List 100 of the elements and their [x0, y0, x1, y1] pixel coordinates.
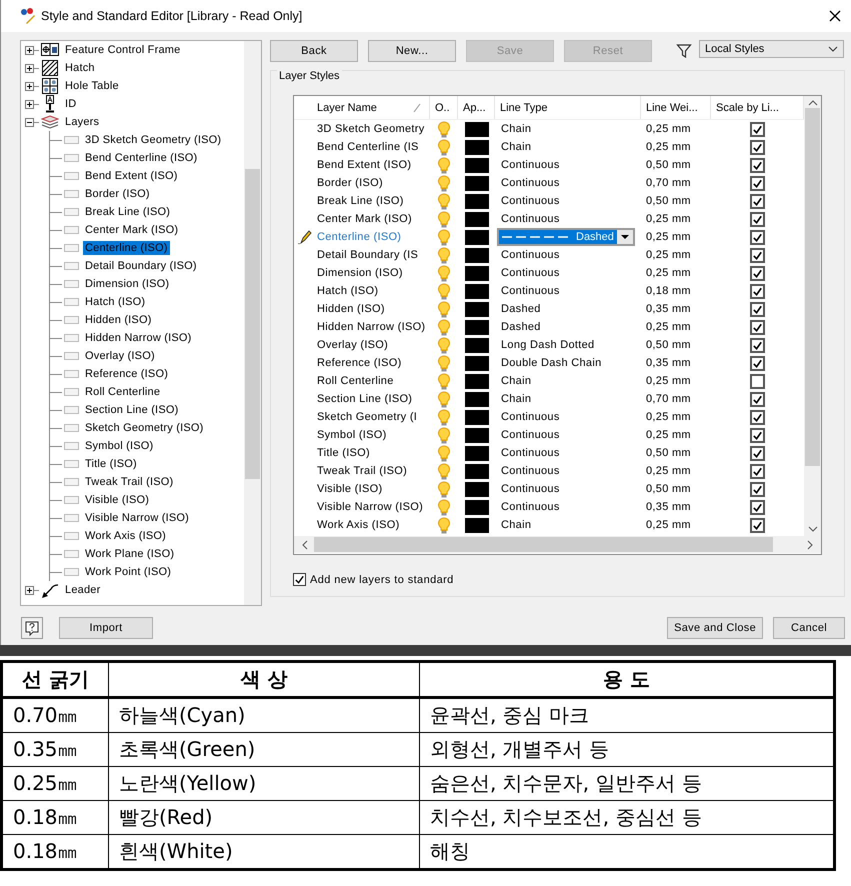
checkbox[interactable] — [750, 338, 765, 352]
checkbox[interactable] — [750, 302, 765, 316]
column-header[interactable]: Line Wei... — [641, 96, 711, 119]
import-button[interactable]: Import — [59, 617, 153, 639]
layer-name[interactable]: Work Axis (ISO) — [312, 519, 430, 531]
collapse-icon[interactable] — [25, 118, 34, 126]
layer-name[interactable]: Center Mark (ISO) — [312, 213, 430, 225]
layer-name[interactable]: Break Line (ISO) — [312, 195, 430, 207]
checkbox[interactable] — [750, 140, 765, 154]
color-swatch[interactable] — [464, 500, 488, 514]
layer-name[interactable]: Section Line (ISO) — [312, 393, 430, 405]
tree-item[interactable]: 3D Sketch Geometry (ISO) — [83, 133, 224, 147]
column-header[interactable]: Ap... — [458, 96, 495, 119]
layer-name[interactable]: Hidden Narrow (ISO) — [312, 321, 430, 333]
column-header[interactable]: Layer Name — [312, 96, 430, 119]
checkbox[interactable] — [750, 482, 765, 496]
color-swatch[interactable] — [464, 122, 488, 136]
tree-item[interactable]: Tweak Trail (ISO) — [83, 475, 176, 489]
checkbox[interactable] — [750, 500, 765, 514]
light-bulb-icon[interactable] — [437, 138, 451, 156]
layer-name[interactable]: Tweak Trail (ISO) — [312, 465, 430, 477]
help-icon[interactable] — [21, 617, 43, 639]
close-icon[interactable] — [829, 10, 841, 22]
color-swatch[interactable] — [464, 464, 488, 478]
light-bulb-icon[interactable] — [437, 516, 451, 534]
tree-item[interactable]: Section Line (ISO) — [83, 403, 180, 417]
tree-item[interactable]: Hidden Narrow (ISO) — [83, 331, 194, 345]
layer-name[interactable]: Symbol (ISO) — [312, 429, 430, 441]
checkbox[interactable] — [750, 284, 765, 298]
tree-item[interactable]: Symbol (ISO) — [83, 439, 156, 453]
layer-name[interactable]: Visible Narrow (ISO) — [312, 501, 430, 513]
dialog-button[interactable]: Save and Close — [667, 617, 763, 639]
light-bulb-icon[interactable] — [437, 318, 451, 336]
tree-item[interactable]: Detail Boundary (ISO) — [83, 259, 199, 273]
tree-item[interactable]: Hatch (ISO) — [83, 295, 148, 309]
light-bulb-icon[interactable] — [437, 336, 451, 354]
filter-icon[interactable] — [676, 43, 692, 59]
light-bulb-icon[interactable] — [437, 282, 451, 300]
tree-item[interactable]: Bend Centerline (ISO) — [83, 151, 200, 165]
layer-name[interactable]: Dimension (ISO) — [312, 267, 430, 279]
light-bulb-icon[interactable] — [437, 300, 451, 318]
color-swatch[interactable] — [464, 338, 488, 352]
tree-item[interactable]: Hatch — [63, 61, 97, 75]
layer-name[interactable]: Hatch (ISO) — [312, 285, 430, 297]
tree-scrollbar[interactable] — [244, 41, 261, 605]
color-swatch[interactable] — [464, 230, 488, 244]
light-bulb-icon[interactable] — [437, 408, 451, 426]
checkbox[interactable] — [750, 410, 765, 424]
checkbox[interactable] — [750, 464, 765, 478]
light-bulb-icon[interactable] — [437, 372, 451, 390]
layer-name[interactable]: Roll Centerline — [312, 375, 430, 387]
checkbox[interactable] — [750, 266, 765, 280]
checkbox[interactable] — [750, 392, 765, 406]
tree-item[interactable]: Hidden (ISO) — [83, 313, 154, 327]
tree-item[interactable]: Border (ISO) — [83, 187, 152, 201]
checkbox[interactable] — [293, 573, 306, 586]
checkbox[interactable] — [750, 446, 765, 460]
layer-name[interactable]: Bend Extent (ISO) — [312, 159, 430, 171]
color-swatch[interactable] — [464, 446, 488, 460]
tree-item[interactable]: Center Mark (ISO) — [83, 223, 180, 237]
color-swatch[interactable] — [464, 518, 488, 532]
light-bulb-icon[interactable] — [437, 426, 451, 444]
color-swatch[interactable] — [464, 194, 488, 208]
tree-item[interactable]: Leader — [63, 583, 102, 597]
color-swatch[interactable] — [464, 320, 488, 334]
color-swatch[interactable] — [464, 374, 488, 388]
expand-icon[interactable] — [25, 586, 34, 594]
color-swatch[interactable] — [464, 482, 488, 496]
checkbox[interactable] — [750, 428, 765, 442]
layer-name[interactable]: Visible (ISO) — [312, 483, 430, 495]
light-bulb-icon[interactable] — [437, 192, 451, 210]
tree-item[interactable]: Overlay (ISO) — [83, 349, 157, 363]
light-bulb-icon[interactable] — [437, 210, 451, 228]
color-swatch[interactable] — [464, 266, 488, 280]
checkbox[interactable] — [750, 212, 765, 226]
checkbox[interactable] — [750, 176, 765, 190]
layer-name[interactable]: Detail Boundary (IS — [312, 249, 430, 261]
column-header[interactable]: Line Type — [495, 96, 641, 119]
checkbox[interactable] — [750, 518, 765, 532]
color-swatch[interactable] — [464, 392, 488, 406]
checkbox[interactable] — [750, 122, 765, 136]
expand-icon[interactable] — [25, 64, 34, 72]
tree-item[interactable]: Bend Extent (ISO) — [83, 169, 180, 183]
grid-scrollbar[interactable] — [804, 96, 821, 536]
light-bulb-icon[interactable] — [437, 462, 451, 480]
tree-item[interactable]: Visible (ISO) — [83, 493, 152, 507]
light-bulb-icon[interactable] — [437, 498, 451, 516]
color-swatch[interactable] — [464, 212, 488, 226]
expand-icon[interactable] — [25, 82, 34, 90]
tree-item[interactable]: ID — [63, 97, 78, 111]
color-swatch[interactable] — [464, 428, 488, 442]
light-bulb-icon[interactable] — [437, 174, 451, 192]
checkbox[interactable] — [750, 194, 765, 208]
layer-name[interactable]: Reference (ISO) — [312, 357, 430, 369]
light-bulb-icon[interactable] — [437, 354, 451, 372]
tree-item[interactable]: Roll Centerline — [83, 385, 162, 399]
color-swatch[interactable] — [464, 140, 488, 154]
column-header[interactable]: O.. — [430, 96, 458, 119]
chevron-down-icon[interactable] — [828, 46, 838, 52]
color-swatch[interactable] — [464, 176, 488, 190]
